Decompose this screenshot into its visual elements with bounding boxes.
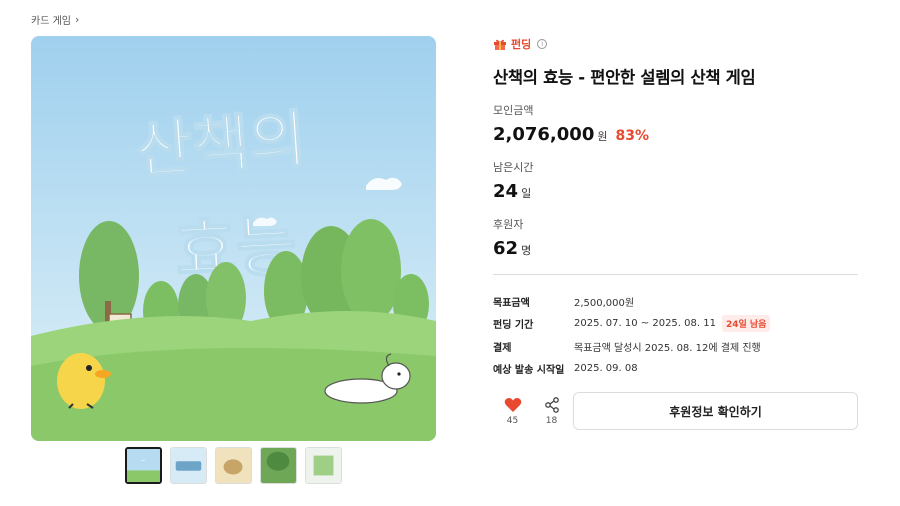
backers-label: 후원자 [493,218,524,231]
main-product-image: 산책의 효능 [31,36,436,441]
svg-text:~: ~ [140,457,145,464]
category-label: 펀딩 [511,38,532,51]
thumbnail-5[interactable] [305,447,342,484]
category-row: 펀딩 i [493,36,858,52]
detail-shipping: 예상 발송 시작일 2025. 09. 08 [493,358,858,381]
divider [493,274,858,275]
view-support-info-button[interactable]: 후원정보 확인하기 [573,392,858,430]
detail-period: 펀딩 기간 2025. 07. 10 ~ 2025. 08. 11 24일 남음 [493,313,858,336]
share-icon [544,396,559,413]
thumbnail-3[interactable] [215,447,252,484]
shipping-value: 2025. 09. 08 [574,363,638,375]
payment-label: 결제 [493,342,512,354]
share-count: 18 [545,415,558,426]
share-button[interactable]: 18 [532,396,571,426]
product-title: 산책의 효능 - 편안한 설렘의 산책 게임 [493,68,756,87]
raised-value: 2,076,000 [493,124,595,145]
shipping-label: 예상 발송 시작일 [493,365,565,377]
like-count: 45 [506,415,519,426]
remaining-value: 24 [493,181,519,202]
like-button[interactable]: 45 [493,397,532,426]
payment-value: 목표금액 달성시 2025. 08. 12에 결제 진행 [574,342,761,354]
thumbnail-strip: ~ [125,447,342,484]
raised-label: 모인금액 [493,104,534,117]
remaining-unit: 일 [521,187,532,200]
backer-count: 후원자 62 명 [493,216,858,259]
goal-label: 목표금액 [493,297,530,309]
backers-unit: 명 [521,244,532,257]
detail-payment: 결제 목표금액 달성시 2025. 08. 12에 결제 진행 [493,335,858,358]
chevron-right-icon: › [74,13,80,26]
goal-value: 2,500,000원 [574,297,635,309]
breadcrumb[interactable]: 카드 게임 › [31,12,79,27]
cover-title-line1: 산책의 [133,102,309,187]
product-info: 펀딩 i 산책의 효능 - 편안한 설렘의 산책 게임 모인금액 2,076,0… [493,36,858,259]
info-icon[interactable]: i [537,39,548,49]
period-value: 2025. 07. 10 ~ 2025. 08. 11 [574,318,716,330]
backers-value: 62 [493,238,519,259]
thumbnail-1[interactable]: ~ [125,447,162,484]
days-left-badge: 24일 남음 [721,315,771,333]
breadcrumb-label[interactable]: 카드 게임 [31,12,71,27]
funding-details: 목표금액 2,500,000원 펀딩 기간 2025. 07. 10 ~ 202… [493,290,858,380]
detail-goal: 목표금액 2,500,000원 [493,290,858,313]
heart-icon [504,397,521,412]
action-bar: 45 18 후원정보 확인하기 [493,392,858,430]
raised-unit: 원 [597,130,608,143]
raised-amount: 모인금액 2,076,000 원 83% [493,102,858,145]
thumbnail-4[interactable] [260,447,297,484]
period-label: 펀딩 기간 [493,320,534,332]
thumbnail-2[interactable] [170,447,207,484]
remaining-time: 남은시간 24 일 [493,159,858,202]
raised-percent: 83% [615,128,649,144]
remaining-label: 남은시간 [493,161,534,174]
gift-icon [494,39,506,50]
